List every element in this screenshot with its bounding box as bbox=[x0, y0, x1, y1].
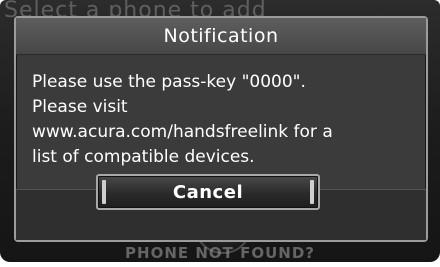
button-edge-left bbox=[102, 180, 106, 204]
screen: Select a phone to add PHONE NOT FOUND? N… bbox=[0, 0, 440, 267]
cancel-button-label: Cancel bbox=[172, 181, 244, 203]
background-footer-text: PHONE NOT FOUND? bbox=[125, 244, 315, 262]
cancel-button[interactable]: Cancel bbox=[96, 174, 320, 210]
dialog-message: Please use the pass-key "0000". Please v… bbox=[32, 72, 333, 167]
button-edge-right bbox=[310, 180, 314, 204]
dialog-title: Notification bbox=[163, 25, 279, 47]
dialog-header: Notification bbox=[16, 18, 426, 55]
